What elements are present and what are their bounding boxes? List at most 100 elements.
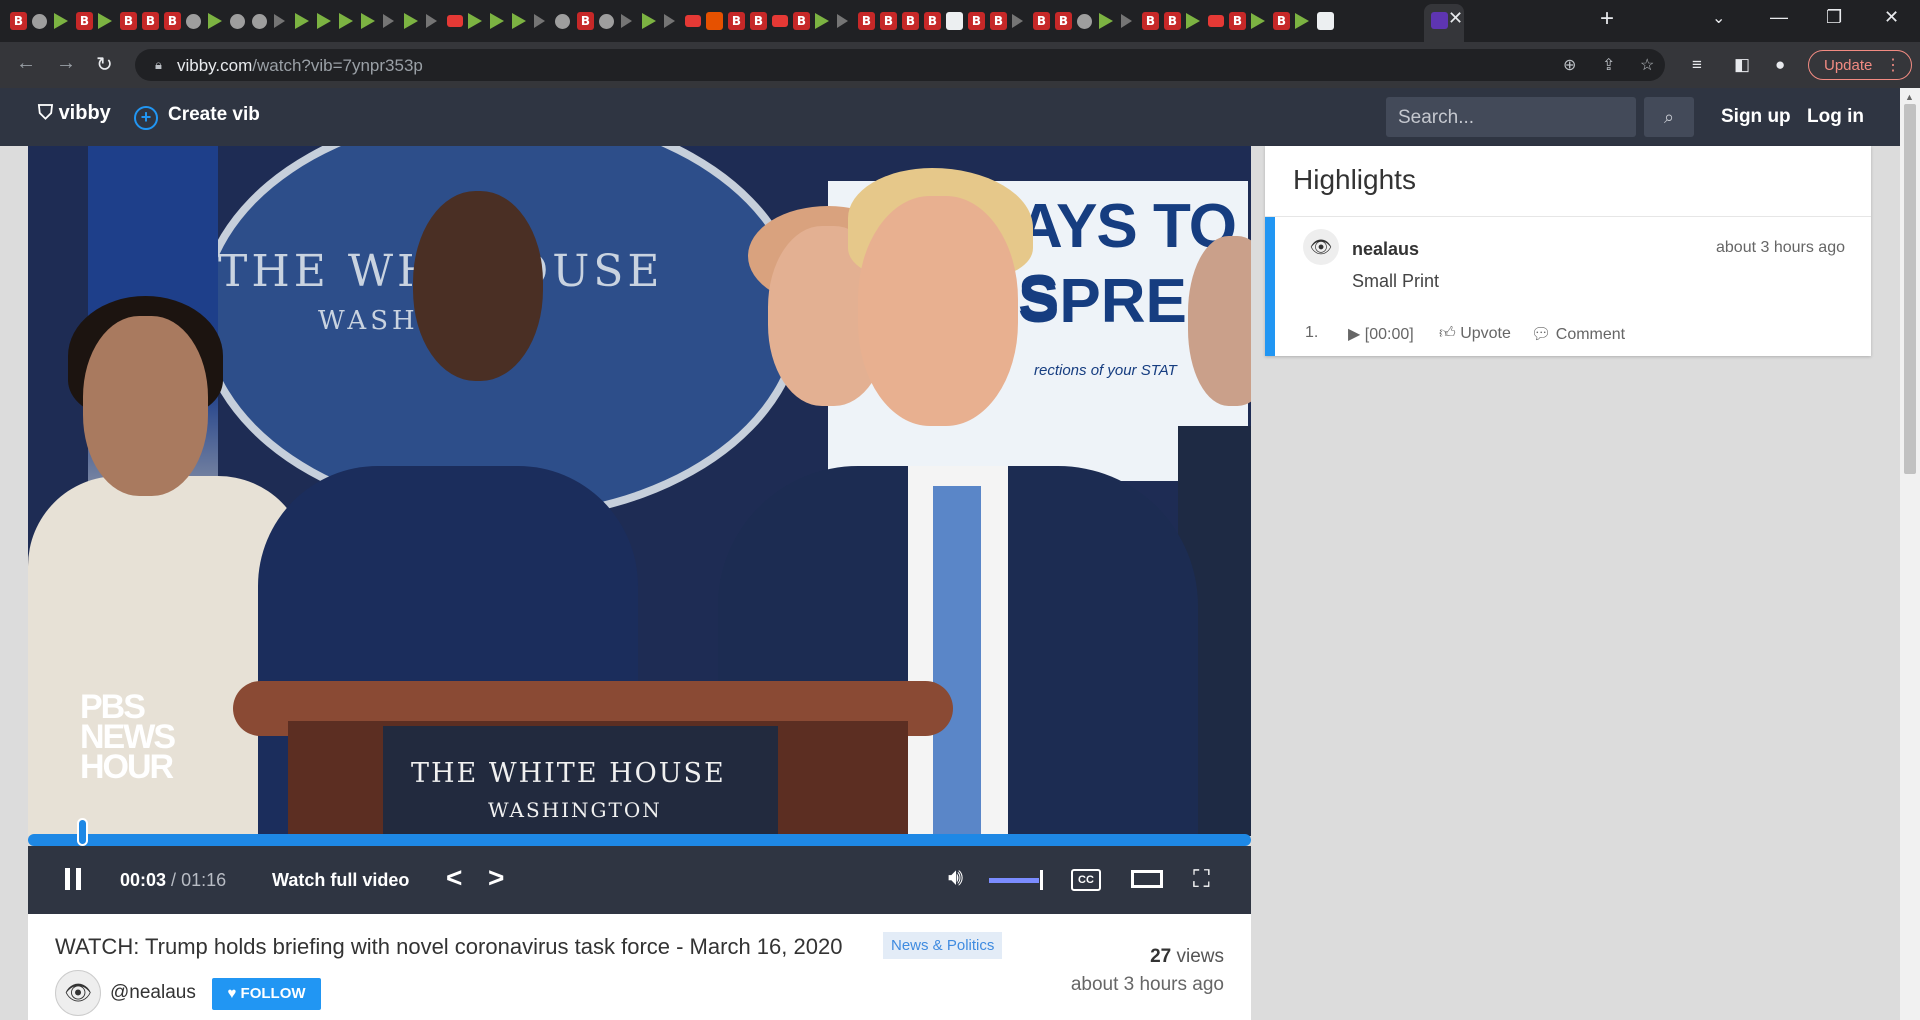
tab-favicon-icon[interactable] — [815, 13, 829, 29]
closed-captions-button[interactable]: CC — [1071, 869, 1101, 891]
tab-favicon-icon[interactable] — [621, 14, 632, 28]
tab-favicon-icon[interactable] — [252, 13, 267, 29]
close-window-icon[interactable]: ✕ — [1884, 7, 1899, 28]
zoom-icon[interactable]: ⊕ — [1563, 55, 1576, 75]
pause-icon[interactable] — [65, 868, 81, 890]
tab-favicon-icon[interactable] — [555, 13, 570, 29]
tab-favicon-icon[interactable] — [490, 13, 504, 29]
vibby-logo[interactable]: ⛉ vibby — [38, 102, 111, 125]
tab-favicon-icon[interactable]: B — [120, 12, 137, 30]
tab-favicon-icon[interactable] — [426, 14, 437, 28]
volume-icon[interactable]: 🔊︎ — [948, 864, 963, 892]
tab-favicon-icon[interactable] — [1317, 12, 1334, 30]
update-button[interactable]: Update ⋮ — [1808, 50, 1912, 80]
bookmark-star-icon[interactable]: ☆ — [1640, 55, 1654, 75]
highlight-play-button[interactable]: ▶ [00:00] — [1348, 324, 1414, 344]
tab-favicon-icon[interactable] — [534, 14, 545, 28]
new-tab-button[interactable]: + — [1600, 5, 1614, 33]
upvote-button[interactable]: 👍︎ Upvote — [1439, 324, 1511, 343]
reload-icon[interactable]: ↻ — [96, 52, 113, 77]
video-player[interactable]: THE WHIT OUSE WASHI AYS TO S SPREA recti… — [28, 146, 1251, 836]
tab-favicon-icon[interactable]: B — [1142, 12, 1159, 30]
back-icon[interactable]: ← — [16, 52, 36, 75]
tab-favicon-icon[interactable] — [32, 13, 47, 29]
tab-favicon-icon[interactable] — [946, 12, 963, 30]
create-vib-button[interactable]: + Create vib — [134, 104, 260, 130]
tab-favicon-icon[interactable]: B — [728, 12, 745, 30]
comment-button[interactable]: 💬︎ Comment — [1531, 324, 1625, 344]
tab-favicon-icon[interactable] — [447, 15, 463, 27]
tab-favicon-icon[interactable] — [295, 13, 309, 29]
tab-favicon-icon[interactable] — [599, 13, 614, 29]
tab-favicon-icon[interactable] — [1121, 14, 1132, 28]
tab-favicon-icon[interactable] — [1099, 13, 1113, 29]
tab-favicon-icon[interactable] — [1208, 15, 1224, 27]
tab-favicon-icon[interactable] — [1077, 13, 1092, 29]
restore-icon[interactable]: ❐ — [1826, 7, 1842, 28]
search-button[interactable]: ⌕ — [1644, 97, 1694, 137]
tab-favicon-icon[interactable]: B — [1033, 12, 1050, 30]
tab-favicon-icon[interactable]: B — [1273, 12, 1290, 30]
tab-favicon-icon[interactable]: B — [76, 12, 93, 30]
tab-favicon-icon[interactable] — [361, 13, 375, 29]
tab-favicon-icon[interactable] — [1186, 13, 1200, 29]
progress-handle[interactable] — [76, 818, 88, 846]
tab-favicon-icon[interactable] — [54, 13, 68, 29]
tab-favicon-icon[interactable]: B — [142, 12, 159, 30]
profile-icon[interactable]: ● — [1775, 55, 1785, 75]
tab-favicon-icon[interactable]: B — [1229, 12, 1246, 30]
category-tag[interactable]: News & Politics — [883, 932, 1003, 959]
scrollbar-thumb[interactable] — [1904, 104, 1916, 474]
tab-favicon-icon[interactable]: B — [968, 12, 985, 30]
menu-dots-icon[interactable]: ⋮ — [1885, 55, 1901, 75]
reading-list-icon[interactable]: ≡ — [1692, 55, 1702, 75]
tab-favicon-icon[interactable]: B — [902, 12, 919, 30]
tab-favicon-icon[interactable] — [468, 13, 482, 29]
signup-link[interactable]: Sign up — [1721, 106, 1791, 128]
tab-search-chevron-icon[interactable]: ⌄ — [1712, 8, 1725, 28]
volume-slider[interactable] — [989, 878, 1039, 883]
minimize-icon[interactable]: — — [1770, 7, 1788, 28]
tab-favicon-icon[interactable]: B — [1164, 12, 1181, 30]
tab-favicon-icon[interactable] — [837, 14, 848, 28]
tab-favicon-icon[interactable] — [685, 15, 701, 27]
tab-favicon-icon[interactable] — [512, 13, 526, 29]
tab-favicon-icon[interactable]: B — [858, 12, 875, 30]
watch-full-video-button[interactable]: Watch full video — [272, 870, 409, 891]
tab-favicon-icon[interactable] — [1295, 13, 1309, 29]
tab-favicon-icon[interactable]: B — [1055, 12, 1072, 30]
tab-favicon-icon[interactable]: B — [577, 12, 594, 30]
url-text[interactable]: vibby.com/watch?vib=7ynpr353p — [177, 56, 423, 76]
tab-favicon-icon[interactable] — [664, 14, 675, 28]
tab-favicon-icon[interactable] — [230, 13, 245, 29]
follow-button[interactable]: ♥ FOLLOW — [212, 978, 321, 1010]
tab-favicon-icon[interactable] — [706, 12, 723, 30]
next-chevron-icon[interactable]: > — [488, 862, 504, 894]
tab-favicon-icon[interactable]: B — [793, 12, 810, 30]
highlight-item[interactable]: 👁︎ nealaus about 3 hours ago Small Print… — [1265, 217, 1871, 356]
side-panel-icon[interactable]: ◧ — [1734, 55, 1750, 75]
tab-favicon-icon[interactable] — [208, 13, 222, 29]
tab-favicon-icon[interactable] — [642, 13, 656, 29]
tab-favicon-icon[interactable] — [274, 14, 285, 28]
forward-icon[interactable]: → — [56, 52, 76, 75]
previous-chevron-icon[interactable]: < — [446, 862, 462, 894]
tab-favicon-icon[interactable] — [186, 13, 201, 29]
highlight-user[interactable]: nealaus — [1352, 239, 1419, 260]
video-progress-bar[interactable] — [28, 834, 1251, 846]
tab-favicon-icon[interactable]: B — [164, 12, 181, 30]
tab-favicon-icon[interactable] — [1012, 14, 1023, 28]
volume-handle[interactable] — [1040, 870, 1043, 890]
lock-icon[interactable]: 🔒︎ — [155, 57, 162, 73]
uploader-avatar[interactable]: 👁︎ — [55, 970, 101, 1016]
theater-mode-icon[interactable] — [1131, 870, 1163, 888]
tab-favicon-icon[interactable] — [383, 14, 394, 28]
scroll-up-icon[interactable]: ▲ — [1905, 92, 1914, 102]
tab-favicon-icon[interactable]: B — [924, 12, 941, 30]
tab-favicon-icon[interactable] — [339, 13, 353, 29]
tab-favicon-icon[interactable] — [1251, 13, 1265, 29]
tab-favicon-icon[interactable]: B — [880, 12, 897, 30]
tab-favicon-icon[interactable] — [404, 13, 418, 29]
search-input[interactable]: Search... — [1386, 97, 1636, 137]
page-scrollbar[interactable]: ▲ — [1900, 88, 1920, 1020]
